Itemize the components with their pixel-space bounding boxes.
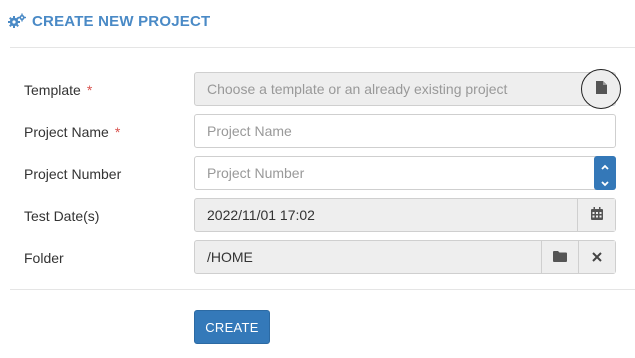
footer-divider: [10, 289, 635, 290]
folder-clear-button[interactable]: [578, 241, 615, 273]
calendar-button[interactable]: [577, 199, 615, 231]
header-divider: [10, 47, 635, 48]
project-name-placeholder: Project Name: [207, 123, 292, 139]
folder-label: Folder: [24, 250, 64, 266]
folder-input[interactable]: /HOME: [194, 240, 616, 274]
project-number-placeholder: Project Number: [207, 165, 305, 181]
required-mark: *: [86, 82, 93, 98]
template-browse-button[interactable]: [581, 69, 621, 109]
test-dates-value: 2022/11/01 17:02: [207, 207, 315, 223]
template-select[interactable]: Choose a template or an already existing…: [194, 69, 621, 109]
project-number-input[interactable]: Project Number: [194, 156, 616, 190]
chevron-up-icon: [601, 157, 609, 173]
number-stepper[interactable]: [594, 156, 616, 190]
page-title: CREATE NEW PROJECT: [32, 12, 211, 30]
close-icon: [592, 249, 602, 265]
required-mark: *: [114, 124, 121, 140]
project-number-label: Project Number: [24, 166, 122, 182]
stepper-up-button[interactable]: [594, 156, 616, 173]
file-icon: [595, 81, 607, 97]
folder-icon: [553, 249, 567, 265]
folder-row: Folder /HOME: [24, 240, 616, 283]
template-row: Template * Choose a template or an alread…: [24, 69, 621, 115]
folder-value: /HOME: [207, 249, 253, 265]
calendar-icon: [590, 207, 603, 223]
stepper-down-button[interactable]: [594, 173, 616, 190]
panel-header: CREATE NEW PROJECT: [8, 10, 210, 32]
project-number-row: Project Number Project Number: [24, 156, 616, 199]
folder-browse-button[interactable]: [541, 241, 578, 273]
cogs-icon: [8, 13, 26, 29]
create-button[interactable]: CREATE: [194, 310, 270, 344]
project-name-input[interactable]: Project Name: [194, 114, 616, 148]
template-placeholder: Choose a template or an already existing…: [207, 81, 508, 97]
test-dates-input[interactable]: 2022/11/01 17:02: [194, 198, 616, 232]
chevron-down-icon: [601, 174, 609, 190]
project-name-row: Project Name * Project Name: [24, 114, 616, 157]
create-project-panel: CREATE NEW PROJECT Template * Choose a te…: [0, 0, 635, 358]
template-label: Template *: [24, 82, 93, 98]
project-name-label: Project Name *: [24, 124, 121, 140]
test-dates-label: Test Date(s): [24, 208, 100, 224]
test-dates-row: Test Date(s) 2022/11/01 17:02: [24, 198, 616, 241]
